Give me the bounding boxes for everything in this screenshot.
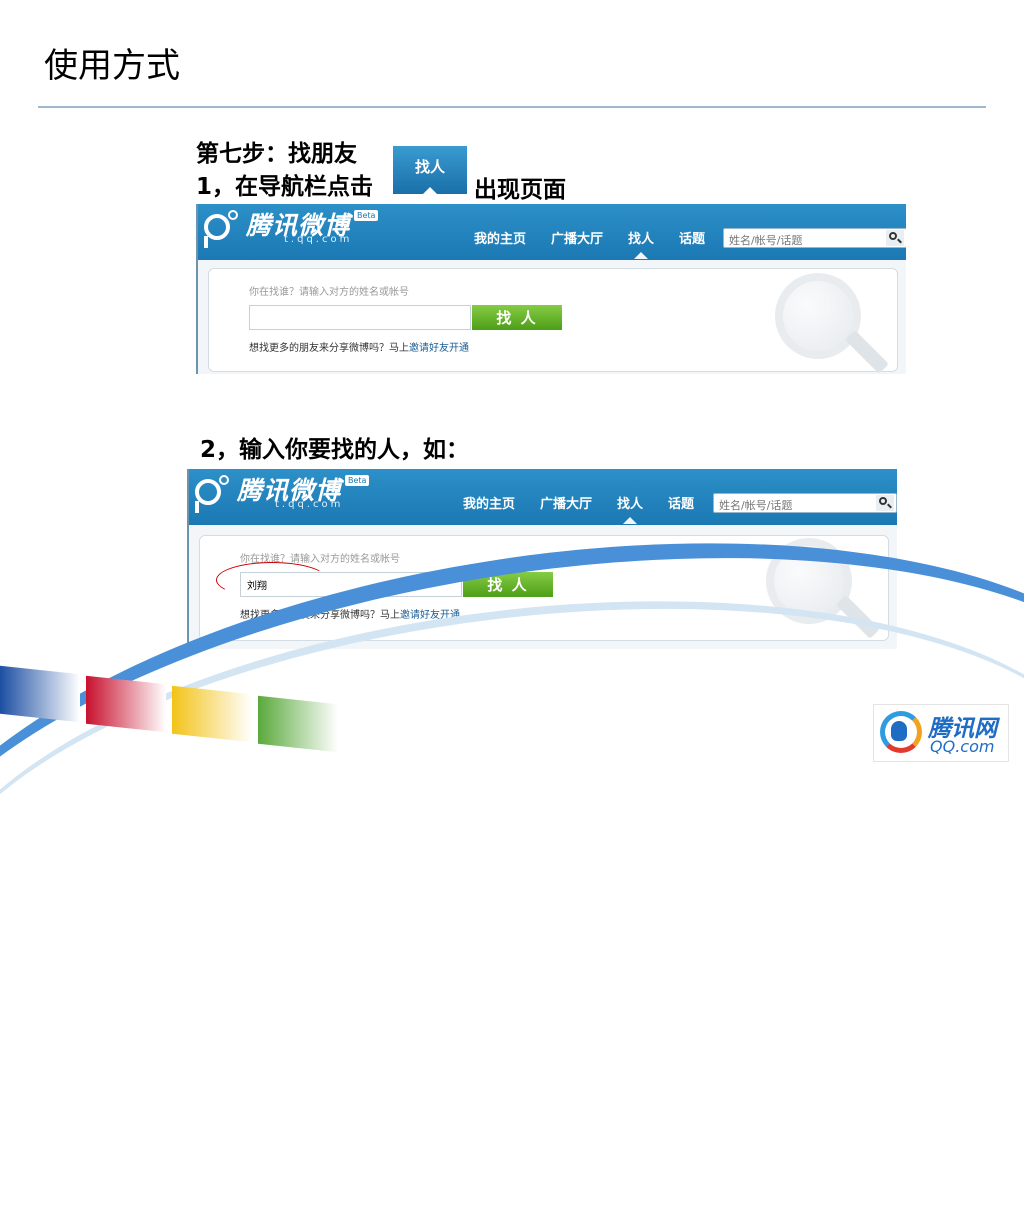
nav-find-people[interactable]: 找人: [628, 228, 654, 259]
top-search-input-2[interactable]: [714, 497, 874, 514]
nav-topics-2[interactable]: 话题: [668, 493, 694, 512]
weibo-logo-icon-2: [195, 479, 221, 513]
nav-topics[interactable]: 话题: [679, 228, 705, 247]
main-nav: 我的主页 广播大厅 找人 话题: [474, 228, 730, 259]
weibo-screenshot-1: 腾讯微博 Beta t.qq.com 我的主页 广播大厅 找人 话题 你在找谁？…: [196, 204, 906, 374]
beta-badge-2: Beta: [345, 475, 370, 486]
decorative-stripe-yellow: [172, 685, 252, 743]
weibo-top-nav-bar: 腾讯微博 Beta t.qq.com 我的主页 广播大厅 找人 话题: [198, 204, 906, 260]
top-search-input[interactable]: [724, 232, 884, 249]
nav-broadcast-hall[interactable]: 广播大厅: [551, 228, 603, 247]
decorative-stripe-red: [86, 675, 166, 733]
nav-broadcast-hall-2[interactable]: 广播大厅: [540, 493, 592, 512]
weibo-top-nav-bar-2: 腾讯微博 Beta t.qq.com 我的主页 广播大厅 找人 话题: [189, 469, 897, 525]
tencent-qq-logo: 腾讯网 QQ.com: [873, 704, 1009, 762]
top-search-box: [723, 228, 906, 249]
decorative-blue-wave: [0, 459, 1024, 1216]
main-nav-2: 我的主页 广播大厅 找人 话题: [463, 493, 719, 524]
find-people-input[interactable]: [249, 305, 471, 330]
magnifier-icon: [775, 273, 861, 359]
invite-hint-text: 想找更多的朋友来分享微博吗？马上: [249, 343, 409, 354]
top-search-box-2: [713, 493, 897, 514]
find-people-nav-sample: 找人: [393, 146, 467, 194]
weibo-logo-icon: [204, 214, 230, 248]
weibo-logo-dot-icon: [228, 210, 238, 220]
weibo-domain: t.qq.com: [284, 234, 353, 245]
qq-penguin-icon: [891, 721, 907, 741]
search-icon-2[interactable]: [876, 495, 894, 511]
find-prompt: 你在找谁？请输入对方的姓名或帐号: [249, 287, 409, 298]
weibo-logo-dot-icon-2: [219, 475, 229, 485]
decorative-stripe-green: [258, 695, 338, 753]
title-divider: [38, 106, 986, 108]
find-people-panel: 你在找谁？请输入对方的姓名或帐号 找 人 想找更多的朋友来分享微博吗？马上邀请好…: [208, 268, 898, 374]
find-people-button[interactable]: 找 人: [472, 305, 562, 330]
qq-logo-domain: QQ.com: [930, 737, 995, 756]
invite-friends-link[interactable]: 邀请好友开通: [409, 343, 469, 354]
red-annotation-mark: [216, 562, 328, 598]
decorative-stripe-blue: [0, 665, 80, 723]
find-people-nav-sample-label: 找人: [414, 158, 445, 176]
step1-text-prefix: 1，在导航栏点击: [196, 174, 374, 200]
nav-my-home[interactable]: 我的主页: [474, 228, 526, 247]
nav-my-home-2[interactable]: 我的主页: [463, 493, 515, 512]
step2-text: 2，输入你要找的人，如：: [200, 437, 470, 463]
step-heading: 第七步：找朋友: [196, 141, 357, 167]
invite-hint: 想找更多的朋友来分享微博吗？马上邀请好友开通: [249, 339, 469, 354]
nav-find-people-2[interactable]: 找人: [617, 493, 643, 524]
magnifier-handle-icon: [845, 330, 889, 374]
search-icon[interactable]: [886, 230, 904, 246]
slide-title: 使用方式: [44, 46, 180, 86]
active-tab-arrow-icon: [423, 187, 437, 194]
step1-text-suffix: 出现页面: [474, 177, 566, 203]
weibo-domain-2: t.qq.com: [275, 499, 344, 510]
beta-badge: Beta: [354, 210, 379, 221]
